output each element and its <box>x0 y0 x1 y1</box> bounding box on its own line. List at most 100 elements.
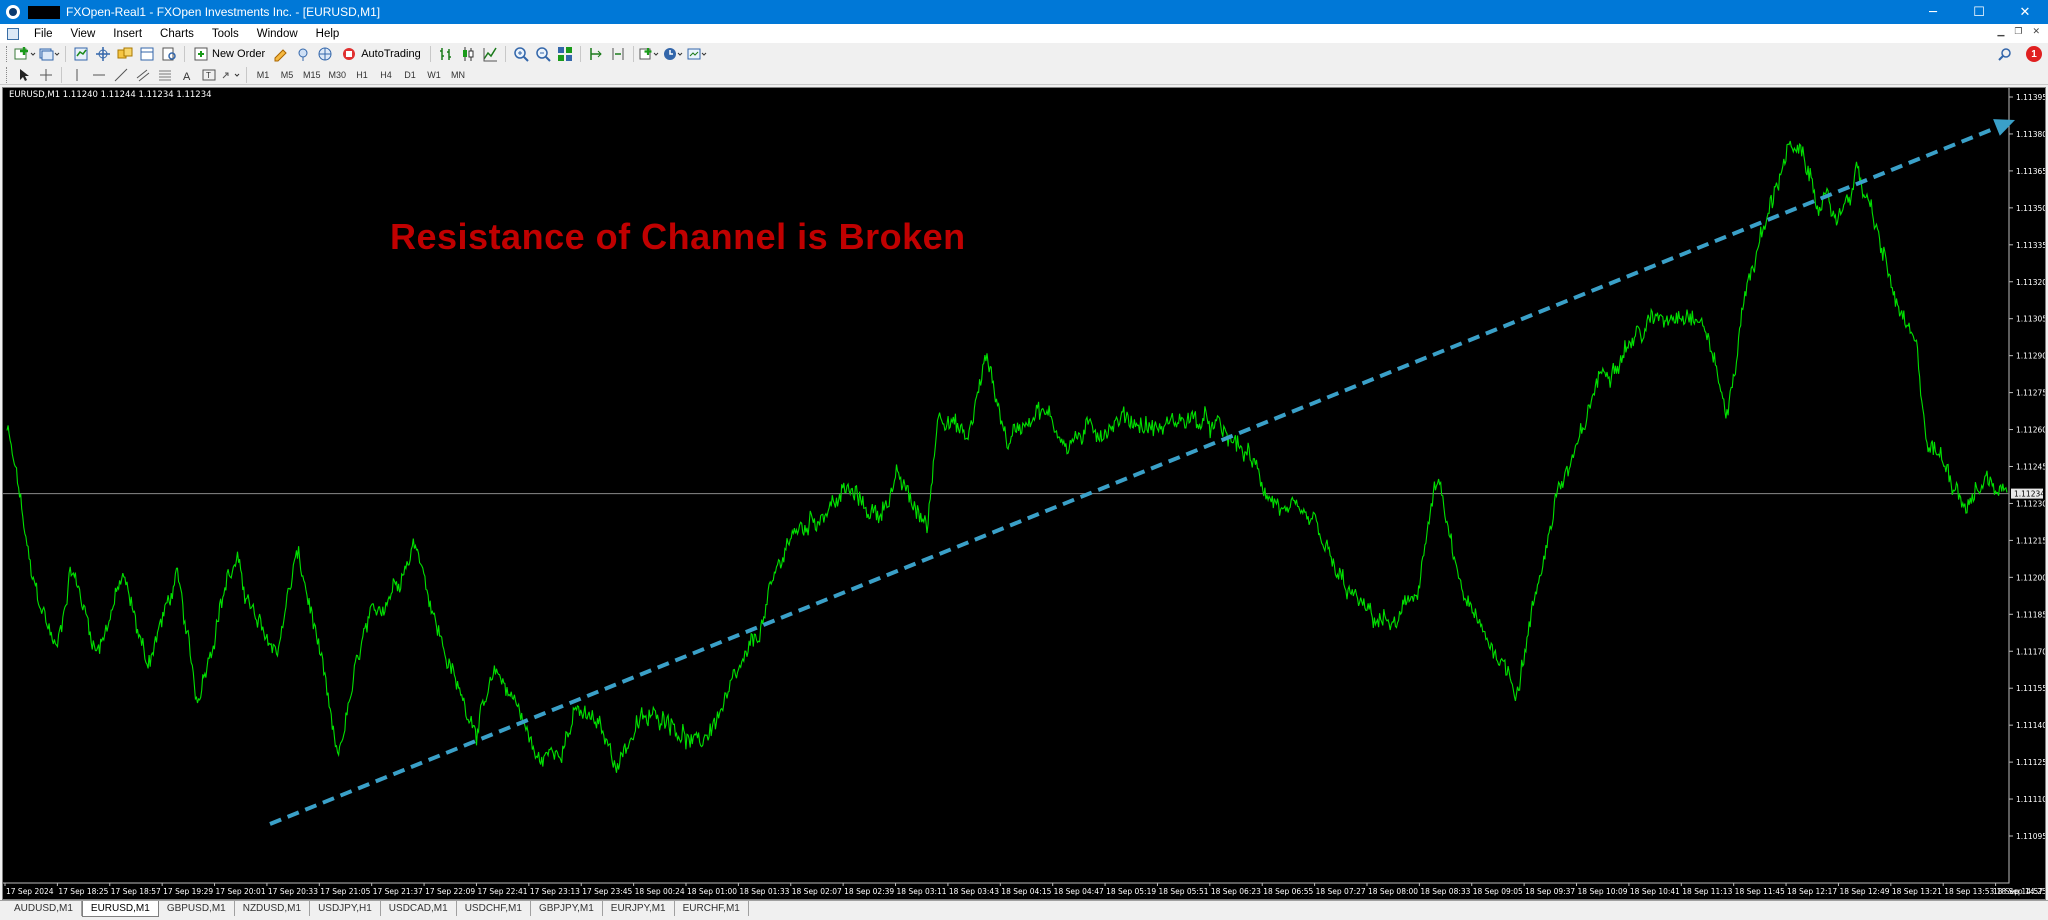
time-axis-label: 17 Sep 18:25 <box>58 887 108 896</box>
time-axis-label: 18 Sep 06:55 <box>1263 887 1313 896</box>
tab-usdchf[interactable]: USDCHF,M1 <box>457 901 531 916</box>
market-icon[interactable] <box>315 45 335 63</box>
arrows-icon[interactable] <box>221 66 241 84</box>
minimize-button[interactable]: ─ <box>1910 0 1956 24</box>
indicators-icon[interactable] <box>639 45 661 63</box>
time-axis-label: 18 Sep 05:19 <box>1106 887 1156 896</box>
menu-charts[interactable]: Charts <box>151 28 203 40</box>
tab-usdcad[interactable]: USDCAD,M1 <box>381 901 457 916</box>
tab-eurjpy[interactable]: EURJPY,M1 <box>603 901 675 916</box>
tab-audusd[interactable]: AUDUSD,M1 <box>6 901 82 916</box>
account-number-redacted <box>28 5 60 19</box>
navigator-icon[interactable] <box>115 45 135 63</box>
timeframe-h1[interactable]: H1 <box>351 66 373 84</box>
time-axis-label: 18 Sep 12:17 <box>1787 887 1837 896</box>
chart-symbol-info: EURUSD,M1 1.11240 1.11244 1.11234 1.1123… <box>9 90 212 100</box>
time-axis-label: 18 Sep 04:15 <box>1001 887 1051 896</box>
tab-gbpjpy[interactable]: GBPJPY,M1 <box>531 901 603 916</box>
new-chart-icon[interactable] <box>14 45 36 63</box>
timeframe-m15[interactable]: M15 <box>300 66 324 84</box>
timeframe-m5[interactable]: M5 <box>276 66 298 84</box>
zoom-out-icon[interactable] <box>533 45 553 63</box>
chart-tabs: AUDUSD,M1 EURUSD,M1 GBPUSD,M1 NZDUSD,M1 … <box>0 900 2048 920</box>
time-axis-label: 18 Sep 09:05 <box>1473 887 1523 896</box>
document-icon[interactable] <box>7 27 19 40</box>
mdi-restore-icon[interactable]: ❐ <box>2014 27 2022 37</box>
equidistant-channel-icon[interactable] <box>133 66 153 84</box>
tab-eurusd[interactable]: EURUSD,M1 <box>81 901 159 917</box>
price-axis-label: 1.11230 <box>2016 499 2045 508</box>
cursor-icon[interactable] <box>14 66 34 84</box>
tab-gbpusd[interactable]: GBPUSD,M1 <box>159 901 235 916</box>
maximize-button[interactable]: ☐ <box>1956 0 2002 24</box>
chart-shift-icon[interactable] <box>586 45 606 63</box>
menu-help[interactable]: Help <box>307 28 349 40</box>
metaeditor-icon[interactable] <box>271 45 291 63</box>
zoom-in-icon[interactable] <box>511 45 531 63</box>
tile-windows-icon[interactable] <box>555 45 575 63</box>
signals-icon[interactable] <box>293 45 313 63</box>
horizontal-line-icon[interactable] <box>89 66 109 84</box>
toolbar-grip[interactable] <box>6 66 9 83</box>
time-axis-label: 18 Sep 02:07 <box>792 887 842 896</box>
strategy-tester-icon[interactable] <box>159 45 179 63</box>
time-axis-label: 18 Sep 08:00 <box>1368 887 1418 896</box>
time-axis: 17 Sep 2024 17 Sep 18:25 17 Sep 18:57 17 Se… <box>4 883 2045 896</box>
tab-eurchf[interactable]: EURCHF,M1 <box>675 901 749 916</box>
menu-insert[interactable]: Insert <box>104 28 151 40</box>
price-axis-label: 1.11395 <box>2016 93 2045 102</box>
chart-window[interactable]: 1.11395 1.11380 1.11365 1.11350 1.11335 1.113… <box>2 87 2046 900</box>
title-bar: FXOpen-Real1 - FXOpen Investments Inc. -… <box>0 0 2048 24</box>
bar-chart-icon[interactable] <box>436 45 456 63</box>
time-axis-label: 18 Sep 13:53 <box>1944 887 1994 896</box>
new-order-button[interactable]: New Order <box>190 45 269 63</box>
data-window-icon[interactable] <box>93 45 113 63</box>
auto-scroll-icon[interactable] <box>608 45 628 63</box>
chart-annotation[interactable]: Resistance of Channel is Broken <box>390 216 966 257</box>
menu-file[interactable]: File <box>25 28 62 40</box>
menu-window[interactable]: Window <box>248 28 307 40</box>
timeframe-m1[interactable]: M1 <box>252 66 274 84</box>
menu-view[interactable]: View <box>62 28 105 40</box>
search-icon[interactable] <box>1995 45 2015 63</box>
time-axis-label: 17 Sep 21:05 <box>320 887 370 896</box>
text-label-icon[interactable]: T <box>199 66 219 84</box>
timeframe-m30[interactable]: M30 <box>326 66 350 84</box>
close-button[interactable]: ✕ <box>2002 0 2048 24</box>
timeframe-mn[interactable]: MN <box>447 66 469 84</box>
price-axis-label: 1.11335 <box>2016 241 2045 250</box>
notification-badge[interactable]: 1 <box>2026 46 2042 62</box>
trendline-icon[interactable] <box>111 66 131 84</box>
price-axis: 1.11395 1.11380 1.11365 1.11350 1.11335 1.113… <box>2009 93 2045 841</box>
timeframe-d1[interactable]: D1 <box>399 66 421 84</box>
time-axis-label: 18 Sep 01:33 <box>739 887 789 896</box>
market-watch-icon[interactable] <box>71 45 91 63</box>
crosshair-icon[interactable] <box>36 66 56 84</box>
periods-icon[interactable] <box>663 45 685 63</box>
time-axis-label: 18 Sep 03:11 <box>897 887 947 896</box>
menu-tools[interactable]: Tools <box>203 28 248 40</box>
tab-usdjpy[interactable]: USDJPY,H1 <box>310 901 381 916</box>
mdi-minimize-icon[interactable]: ▁ <box>1997 27 2004 37</box>
line-chart-icon[interactable] <box>480 45 500 63</box>
profiles-icon[interactable] <box>38 45 60 63</box>
time-axis-label: 18 Sep 06:23 <box>1211 887 1261 896</box>
time-axis-label: 17 Sep 22:41 <box>477 887 527 896</box>
timeframe-w1[interactable]: W1 <box>423 66 445 84</box>
time-axis-label: 18 Sep 13:21 <box>1892 887 1942 896</box>
price-axis-label: 1.11380 <box>2016 130 2045 139</box>
timeframe-h4[interactable]: H4 <box>375 66 397 84</box>
candlesticks-icon[interactable] <box>458 45 478 63</box>
toolbar-grip[interactable] <box>6 46 9 62</box>
price-axis-label: 1.11170 <box>2016 647 2045 656</box>
templates-icon[interactable] <box>687 45 709 63</box>
text-icon[interactable]: A <box>177 66 197 84</box>
price-chart[interactable]: 1.11395 1.11380 1.11365 1.11350 1.11335 1.113… <box>3 88 2045 899</box>
terminal-icon[interactable] <box>137 45 157 63</box>
fibonacci-icon[interactable] <box>155 66 175 84</box>
vertical-line-icon[interactable] <box>67 66 87 84</box>
mdi-close-icon[interactable]: ✕ <box>2032 27 2040 37</box>
price-axis-label: 1.11215 <box>2016 536 2045 545</box>
autotrading-button[interactable]: AutoTrading <box>337 45 425 63</box>
tab-nzdusd[interactable]: NZDUSD,M1 <box>235 901 311 916</box>
